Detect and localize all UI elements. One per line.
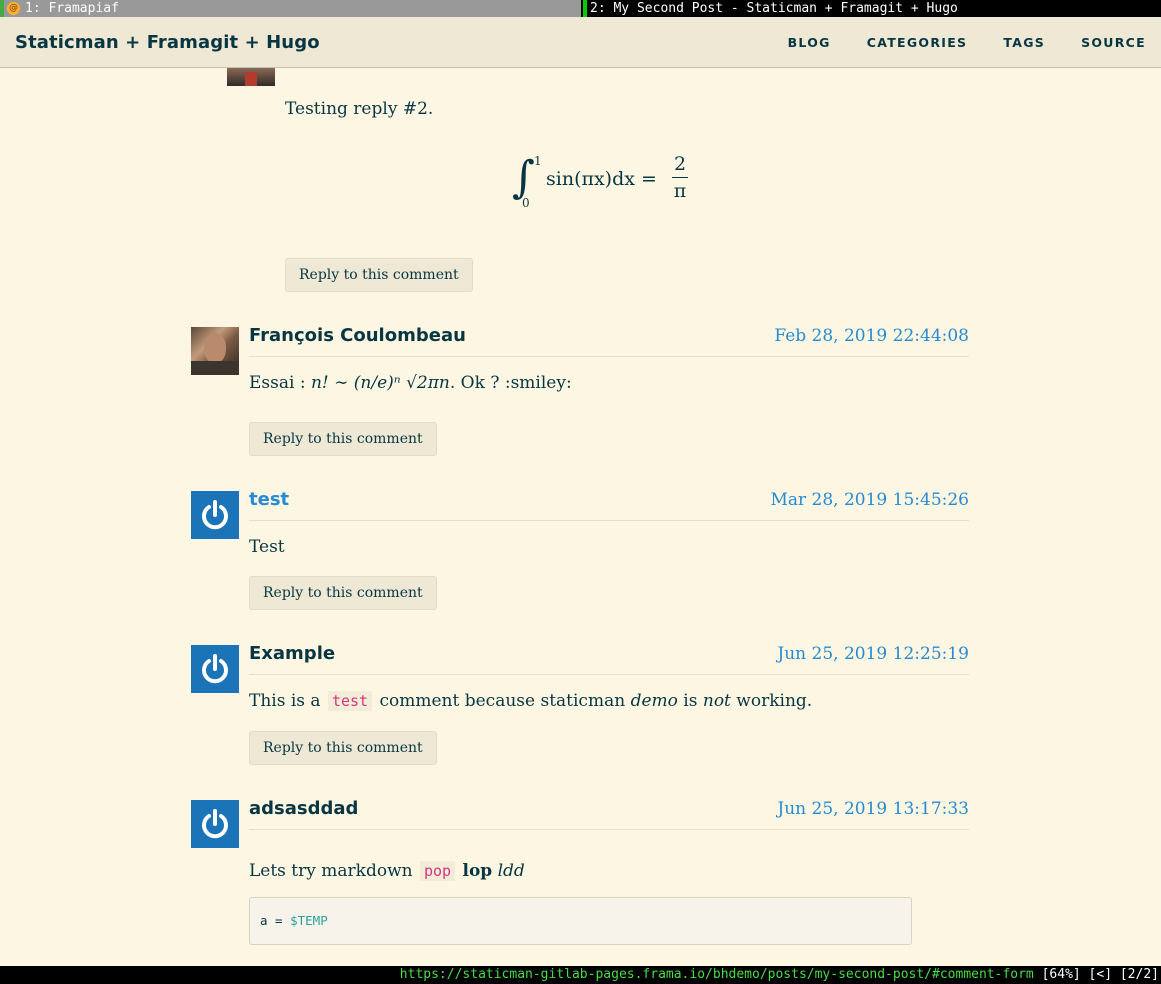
comment-date[interactable]: Feb 28, 2019 22:44:08 [669,326,969,346]
reply-button[interactable]: Reply to this comment [249,422,437,456]
comment-author: adsasddad [249,798,359,819]
power-icon [202,809,228,839]
nav-categories[interactable]: CATEGORIES [867,35,968,50]
divider [249,674,969,675]
status-url: https://staticman-gitlab-pages.frama.io/… [399,967,1034,982]
fraction: 2 π [672,153,688,202]
code-block: a = $TEMP [249,897,912,945]
divider [249,520,969,521]
power-icon [202,500,228,530]
fraction-numerator: 2 [673,153,687,175]
fraction-denominator: π [673,180,687,202]
math-inline: n! ∼ (n/e)ⁿ √2πn [310,373,450,393]
tab-indicator [583,0,587,17]
comment-date[interactable]: Jun 25, 2019 12:25:19 [669,644,969,664]
tab-framapiaf[interactable]: @ 1: Framapiaf [0,0,581,17]
main-nav: BLOG CATEGORIES TAGS SOURCE [752,35,1146,50]
inline-code: test [327,691,373,711]
site-header: Staticman + Framagit + Hugo BLOG CATEGOR… [0,17,1161,68]
integral-lower-limit: 0 [522,196,530,210]
power-icon [202,654,228,684]
tab-my-second-post[interactable]: 2: My Second Post - Staticman + Framagit… [581,0,1161,17]
status-meta: [64%] [<] [2/2] [1041,967,1159,982]
reply-button[interactable]: Reply to this comment [249,576,437,610]
comment-date[interactable]: Jun 25, 2019 13:17:33 [669,799,969,819]
comment-author: Example [249,643,336,664]
tab-label: 2: My Second Post - Staticman + Framagit… [590,1,958,16]
avatar [191,327,239,375]
divider [249,829,969,830]
site-title-link[interactable]: Staticman + Framagit + Hugo [15,32,320,53]
integral-expression: sin(πx)dx = [546,168,657,190]
avatar [191,645,239,693]
avatar [191,800,239,848]
comment-body: This is a test comment because staticman… [249,691,813,711]
integral-upper-limit: 1 [534,154,542,168]
reply-button[interactable]: Reply to this comment [285,258,473,292]
nav-blog[interactable]: BLOG [788,35,831,50]
browser-status-bar: https://staticman-gitlab-pages.frama.io/… [0,966,1161,984]
tab-label: 1: Framapiaf [25,1,119,16]
reply-button[interactable]: Reply to this comment [249,731,437,765]
comment-date[interactable]: Mar 28, 2019 15:45:26 [669,490,969,510]
inline-code: pop [419,861,456,881]
avatar [191,491,239,539]
divider [249,356,969,357]
integral-sign: ∫ [512,152,535,203]
nav-tags[interactable]: TAGS [1003,35,1045,50]
math-integral: ∫ 1 0 sin(πx)dx = 2 π [512,152,692,216]
comment-author: François Coulombeau [249,325,466,346]
tab-indicator [0,0,4,17]
comment-body: Test [249,537,285,557]
comment-body: Lets try markdown pop lop ldd [249,861,525,881]
comment-body: Essai : n! ∼ (n/e)ⁿ √2πn. Ok ? :smiley: [249,373,572,393]
browser-tab-bar: @ 1: Framapiaf 2: My Second Post - Stati… [0,0,1161,17]
comment-body: Testing reply #2. [285,99,434,119]
nav-source[interactable]: SOURCE [1081,35,1146,50]
avatar [227,68,275,86]
comment-author[interactable]: test [249,489,289,510]
mastodon-icon: @ [7,2,20,15]
